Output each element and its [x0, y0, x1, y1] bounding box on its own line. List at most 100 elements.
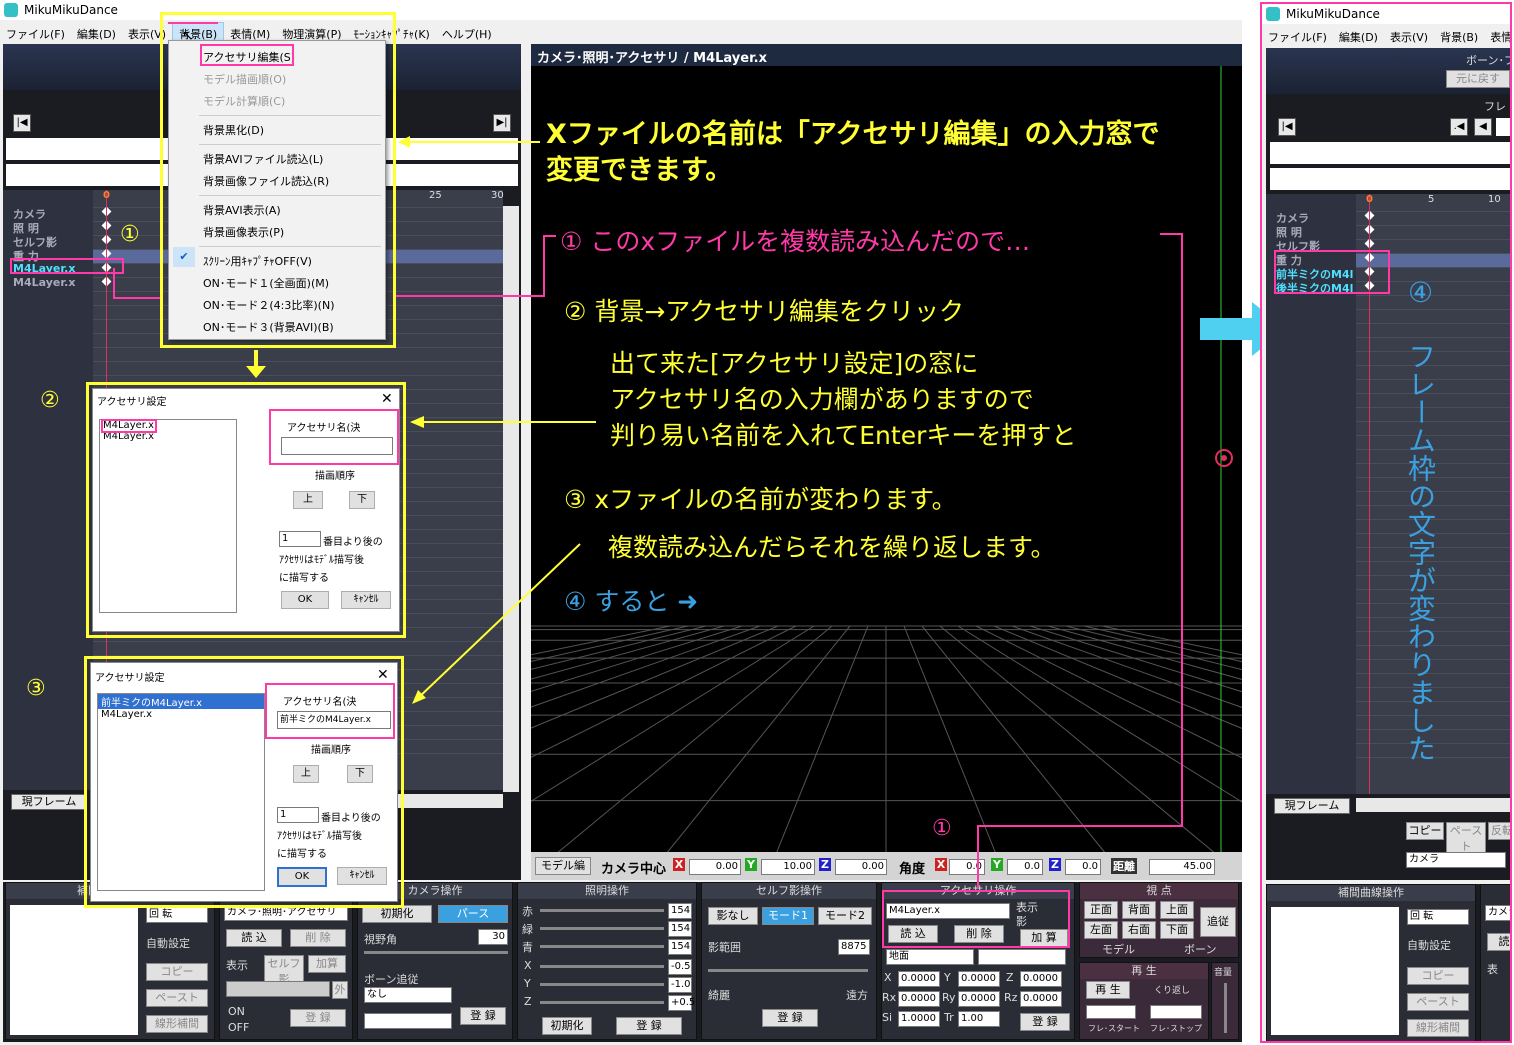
right-prev-key-button[interactable]: .◀ — [1450, 118, 1468, 136]
on-radio[interactable]: ON — [228, 1005, 245, 1018]
acc-rx-input[interactable]: 0.0000 — [898, 991, 940, 1007]
camera-register-button[interactable]: 登 録 — [460, 1007, 506, 1025]
right-copy-button[interactable]: コピー — [1406, 822, 1444, 840]
light-z-slider[interactable] — [540, 1001, 664, 1004]
right-undo-button[interactable]: 元に戻す — [1446, 70, 1510, 88]
red-slider[interactable] — [540, 909, 664, 912]
no-shadow-button[interactable]: 影なし — [708, 907, 758, 925]
dialog1-ok-button[interactable]: OK — [281, 591, 329, 609]
dialog1-close-icon[interactable]: ✕ — [381, 391, 393, 407]
distance-input[interactable]: 45.00 — [1149, 859, 1215, 875]
off-radio[interactable]: OFF — [228, 1021, 249, 1034]
main-menu-item[interactable]: ヘルプ(H) — [436, 23, 498, 45]
right-interp-copy-button[interactable]: コピー — [1407, 967, 1469, 985]
dialog2-down-button[interactable]: 下 — [347, 765, 373, 783]
view-model-checkbox[interactable]: モデル — [1102, 941, 1135, 957]
dialog2-list-item[interactable]: M4Layer.x — [98, 709, 264, 720]
frame-start-checkbox[interactable]: フレ･スタート — [1088, 1023, 1140, 1034]
blue-input[interactable]: 154 — [668, 939, 692, 955]
right-frame-field-1[interactable] — [1270, 142, 1510, 164]
bone-select-2[interactable] — [364, 1013, 452, 1029]
right-frame-input[interactable] — [1496, 118, 1510, 136]
top-view-button[interactable]: 上面 — [1160, 901, 1194, 919]
start-frame-input[interactable] — [1086, 1005, 1136, 1019]
green-slider[interactable] — [540, 927, 664, 930]
green-input[interactable]: 154 — [668, 921, 692, 937]
right-current-frame-button[interactable]: 現フレーム — [1274, 798, 1350, 814]
light-y-slider[interactable] — [540, 983, 664, 986]
right-model-select[interactable]: カメラ — [1485, 905, 1510, 921]
main-menu-item[interactable]: 編集(D) — [71, 23, 122, 45]
light-x-slider[interactable] — [540, 965, 664, 968]
shadow-mode1-button[interactable]: モード1 — [762, 907, 814, 925]
front-view-button[interactable]: 正面 — [1084, 901, 1118, 919]
timeline-scrollbar[interactable] — [503, 206, 519, 792]
model-edit-button[interactable]: モデル編 — [535, 857, 591, 875]
bone-follow-select[interactable]: なし — [364, 987, 452, 1003]
dialog2-list-item[interactable]: 前半ミクのM4Layer.x — [98, 694, 264, 709]
shadow-range-slider[interactable] — [708, 969, 868, 972]
loop-checkbox[interactable]: くり返し — [1154, 983, 1190, 996]
play-button[interactable]: 再 生 — [1086, 981, 1130, 999]
right-load-button[interactable]: 読 — [1487, 933, 1510, 951]
acc-transparency-input[interactable]: 1.00 — [958, 1011, 1000, 1027]
view-bone-checkbox[interactable]: ボーン — [1184, 941, 1216, 957]
camera-x-input[interactable]: 0.00 — [689, 859, 741, 875]
model-load-button[interactable]: 読 込 — [226, 929, 282, 947]
accessory-bone-select[interactable] — [978, 949, 1066, 965]
right-menu-item[interactable]: 表情 — [1484, 26, 1510, 48]
right-frame-field-2[interactable] — [1270, 168, 1510, 190]
dialog2-accessory-list[interactable]: 前半ミクのM4Layer.x M4Layer.x — [97, 693, 265, 891]
last-frame-button[interactable]: ▶| — [493, 114, 511, 132]
left-view-button[interactable]: 左面 — [1084, 921, 1118, 939]
dialog2-ok-button[interactable]: OK — [277, 867, 327, 887]
linear-interp-button[interactable]: 線形補間 — [146, 1015, 208, 1033]
acc-x-input[interactable]: 0.0000 — [898, 971, 940, 987]
acc-ry-input[interactable]: 0.0000 — [958, 991, 1000, 1007]
angle-x-input[interactable]: 0.0 — [949, 859, 985, 875]
acc-z-input[interactable]: 0.0000 — [1020, 971, 1062, 987]
stop-frame-input[interactable] — [1150, 1005, 1202, 1019]
right-auto-set-checkbox[interactable]: 自動設定 — [1407, 937, 1451, 953]
interp-paste-button[interactable]: ペースト — [146, 989, 208, 1007]
main-menu-item[interactable]: ファイル(F) — [0, 23, 71, 45]
right-rot-select[interactable]: 回 転 — [1407, 909, 1469, 925]
frame-stop-checkbox[interactable]: フレ･ストップ — [1150, 1023, 1202, 1034]
right-interp-paste-button[interactable]: ペースト — [1407, 993, 1469, 1011]
angle-z-input[interactable]: 0.0 — [1065, 859, 1101, 875]
light-y-input[interactable]: -1.0 — [668, 977, 692, 993]
right-paste-button[interactable]: ペースト — [1446, 822, 1486, 856]
fov-slider[interactable] — [364, 951, 508, 954]
back-view-button[interactable]: 背面 — [1122, 901, 1156, 919]
shadow-range-input[interactable]: 8875 — [838, 939, 870, 955]
follow-button[interactable]: 追従 — [1200, 907, 1236, 937]
shadow-mode2-button[interactable]: モード2 — [818, 907, 872, 925]
acc-size-input[interactable]: 1.0000 — [898, 1011, 940, 1027]
model-display-checkbox[interactable]: 表示 — [226, 957, 248, 973]
interp-rot-select[interactable]: 回 転 — [146, 907, 208, 923]
dialog2-order-input[interactable]: 1 — [277, 807, 319, 823]
accessory-parent-select[interactable]: 地面 — [886, 949, 974, 965]
shadow-register-button[interactable]: 登 録 — [762, 1009, 818, 1027]
external-button[interactable]: 外 — [332, 981, 348, 999]
dialog2-close-icon[interactable]: ✕ — [377, 667, 389, 683]
right-menu-item[interactable]: ファイル(F) — [1262, 26, 1333, 48]
camera-z-input[interactable]: 0.00 — [835, 859, 887, 875]
right-reverse-button[interactable]: 反転 — [1488, 822, 1510, 840]
light-register-button[interactable]: 登 録 — [616, 1017, 682, 1035]
blue-slider[interactable] — [540, 945, 664, 948]
right-display-checkbox[interactable]: 表 — [1487, 961, 1498, 977]
fov-input[interactable]: 30 — [478, 929, 508, 945]
perspective-button[interactable]: パース — [438, 905, 508, 923]
track-label[interactable]: M4Layer.x — [13, 276, 75, 289]
acc-rz-input[interactable]: 0.0000 — [1020, 991, 1062, 1007]
dialog1-up-button[interactable]: 上 — [293, 491, 323, 509]
acc-y-input[interactable]: 0.0000 — [958, 971, 1000, 987]
right-interp-curve[interactable] — [1271, 907, 1399, 1035]
model-add-button[interactable]: 加算 — [308, 955, 346, 973]
model-register-button[interactable]: 登 録 — [290, 1009, 346, 1027]
right-linear-interp-button[interactable]: 線形補間 — [1407, 1019, 1469, 1037]
angle-y-input[interactable]: 0.0 — [1007, 859, 1043, 875]
right-menu-item[interactable]: 編集(D) — [1333, 26, 1384, 48]
bone-select[interactable] — [226, 981, 330, 997]
